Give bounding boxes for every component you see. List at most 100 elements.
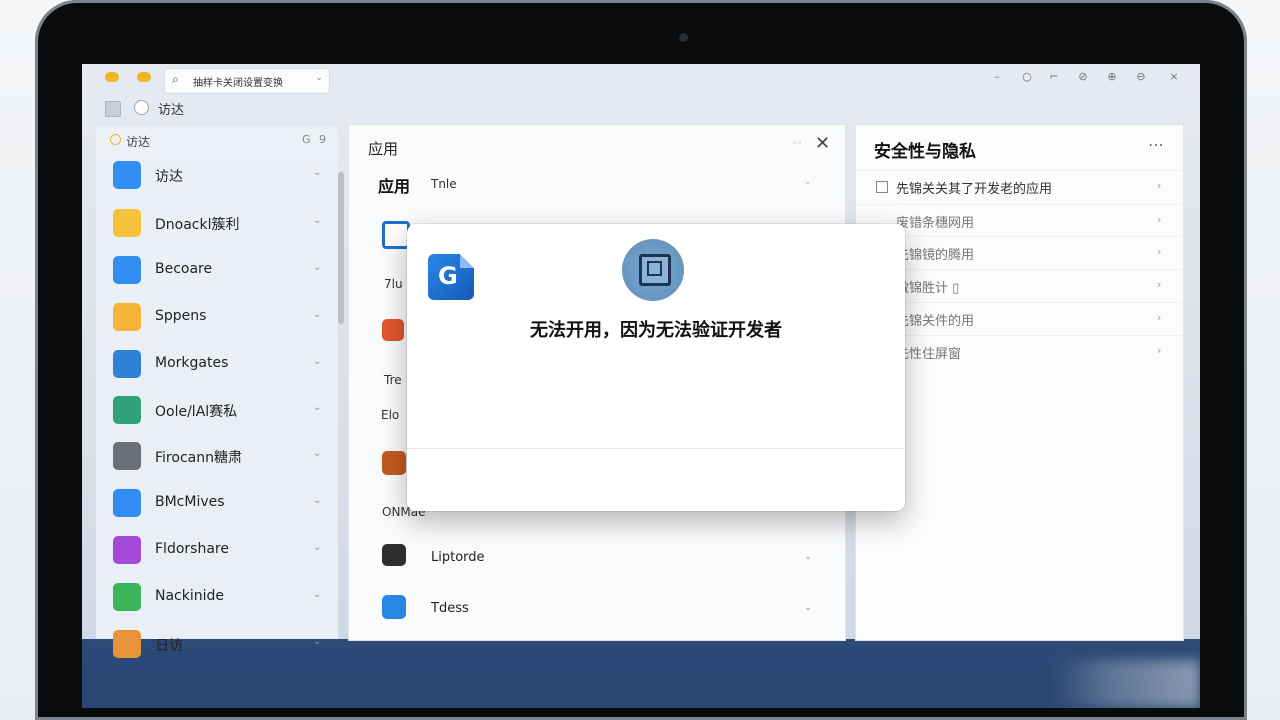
- settings-row[interactable]: 先性住屏窗 ›: [856, 335, 1183, 369]
- sidebar-header-count: 9: [319, 133, 326, 146]
- document-icon: G: [428, 254, 474, 300]
- remove-icon[interactable]: ⊖: [1132, 70, 1150, 83]
- panel-title: 应用: [368, 140, 399, 158]
- sidebar-item-label: Becoare: [155, 261, 213, 277]
- alert-message: 无法开用，因为无法验证开发者: [530, 320, 782, 341]
- chevron-down-icon: ⌄: [313, 356, 322, 367]
- sidebar-item-label: Morkgates: [155, 355, 229, 371]
- notes-icon: [113, 303, 141, 331]
- square-icon[interactable]: [105, 101, 121, 117]
- sidebar-item[interactable]: Becoare ⌄: [96, 250, 338, 294]
- sidebar-item[interactable]: Fldorshare ⌄: [96, 530, 338, 574]
- chevron-right-icon: ›: [1157, 245, 1162, 258]
- window-icon: [113, 350, 141, 378]
- gear-icon: [113, 442, 141, 470]
- add-icon[interactable]: ⊕: [1103, 70, 1121, 83]
- settings-row[interactable]: 先锦镜的腾用 ›: [856, 236, 1183, 270]
- path-label: 访达: [158, 103, 185, 118]
- sidebar-item-label: 访达: [155, 169, 183, 185]
- app-badge-icon: [622, 239, 684, 301]
- sidebar-item-label: Nackinide: [155, 588, 225, 604]
- chevron-down-icon: ⌄: [313, 402, 322, 413]
- screen: ⌕ 抽样卡关闭设置变换 ⌄ – ○ ⌐ ⊘ ⊕ ⊖ × 访达 访达 G 9 访达…: [82, 64, 1200, 708]
- settings-row-label: 废错条穗网用: [896, 216, 975, 231]
- list-item-label: Tdess: [431, 601, 469, 616]
- sidebar-item-label: 日访: [155, 638, 183, 654]
- message-icon: [113, 583, 141, 611]
- minimize-icon[interactable]: –: [988, 70, 1006, 83]
- sidebar-item-label: Oole/lAl赛私: [155, 404, 238, 420]
- path-bar: 访达: [82, 96, 1200, 126]
- settings-row[interactable]: 先锦关件的用 ›: [856, 302, 1183, 336]
- checkbox[interactable]: [876, 181, 888, 193]
- chevron-right-icon: ›: [1157, 344, 1162, 357]
- chevron-down-icon: ⌄: [313, 448, 322, 459]
- screen-icon: [113, 396, 141, 424]
- settings-row[interactable]: 做锦胜计 ▯ ›: [856, 269, 1183, 303]
- chevron-down-icon: ⌄: [313, 262, 322, 273]
- sidebar-item[interactable]: BMcMives ⌄: [96, 483, 338, 527]
- sidebar: 访达 G 9 访达 ⌄ Dnoackl簇利 ⌄ Becoare ⌄ Sppens ⌄ Morkg…: [96, 126, 338, 658]
- sidebar-item[interactable]: Dnoackl簇利 ⌄: [96, 203, 338, 247]
- chevron-down-icon[interactable]: ⌄: [804, 177, 812, 187]
- sidebar-header-g: G: [302, 133, 311, 146]
- yellow-dot-icon[interactable]: [137, 72, 151, 82]
- sidebar-item[interactable]: 访达 ⌄: [96, 155, 338, 199]
- yellow-dot-icon[interactable]: [105, 72, 119, 82]
- chevron-down-icon: ⌄: [804, 602, 813, 613]
- more-icon[interactable]: ⋯: [1148, 135, 1164, 154]
- chevron-down-icon: ⌄: [313, 636, 322, 647]
- settings-row[interactable]: 废错条穗网用 ›: [856, 204, 1183, 238]
- folder-icon: [113, 161, 141, 189]
- camera-icon: [679, 33, 688, 42]
- top-toolbar: ⌕ 抽样卡关闭设置变换 ⌄ – ○ ⌐ ⊘ ⊕ ⊖ ×: [82, 64, 1200, 96]
- chevron-down-icon: ⌄: [313, 167, 322, 178]
- corner-icon[interactable]: ⌐: [1045, 70, 1063, 83]
- truncated-label: 7lu: [384, 277, 403, 291]
- sidebar-item-label: Firocann糖肃: [155, 450, 242, 466]
- sidebar-item-label: Dnoackl簇利: [155, 217, 240, 233]
- app-icon: [382, 319, 404, 341]
- window-icon: [382, 221, 410, 249]
- chevron-right-icon: ›: [1157, 311, 1162, 324]
- close-icon[interactable]: ×: [1165, 70, 1183, 83]
- sidebar-scrollbar[interactable]: [338, 172, 344, 324]
- sidebar-item-label: Fldorshare: [155, 541, 229, 557]
- sidebar-item[interactable]: Oole/lAl赛私 ⌄: [96, 390, 338, 434]
- chevron-down-icon: ⌄: [313, 589, 322, 600]
- chevron-icon: ⌄: [315, 73, 323, 83]
- chevron-down-icon: ⌄: [313, 542, 322, 553]
- close-icon[interactable]: ✕: [815, 133, 830, 154]
- settings-row[interactable]: 先锦关关其了开发老的应用 ›: [856, 170, 1183, 204]
- sidebar-header-label: 访达: [126, 135, 151, 149]
- list-item[interactable]: Liptorde ⌄: [349, 536, 845, 584]
- sidebar-item[interactable]: Morkgates ⌄: [96, 344, 338, 388]
- block-icon[interactable]: ⊘: [1074, 70, 1092, 83]
- divider: [407, 448, 905, 449]
- sidebar-item[interactable]: Sppens ⌄: [96, 297, 338, 341]
- settings-row-label: 先锦关件的用: [896, 314, 975, 329]
- search-input[interactable]: ⌕ 抽样卡关闭设置变换 ⌄: [164, 68, 330, 94]
- circle-icon[interactable]: ○: [1018, 70, 1036, 83]
- sidebar-item[interactable]: Nackinide ⌄: [96, 577, 338, 621]
- settings-row-label: 先锦关关其了开发老的应用: [896, 182, 1053, 197]
- sidebar-item[interactable]: 日访 ⌄: [96, 624, 338, 668]
- chevron-right-icon: ›: [1157, 213, 1162, 226]
- watermark: [1052, 660, 1200, 708]
- chevron-down-icon: ⌄: [313, 215, 322, 226]
- radio-button[interactable]: [134, 100, 149, 115]
- sidebar-item-label: BMcMives: [155, 494, 225, 510]
- window-icon: [382, 595, 406, 619]
- chevron-right-icon: ›: [1157, 179, 1162, 192]
- app-icon: [382, 451, 406, 475]
- sidebar-item-label: Sppens: [155, 308, 207, 324]
- sidebar-item[interactable]: Firocann糖肃 ⌄: [96, 436, 338, 480]
- chevron-right-icon: ›: [1157, 278, 1162, 291]
- folder-icon: [113, 256, 141, 284]
- chevron-down-icon: ⌄: [313, 495, 322, 506]
- truncated-label: Elo: [381, 408, 400, 422]
- sidebar-header: 访达 G 9: [96, 126, 338, 156]
- list-item[interactable]: Tdess ⌄: [349, 587, 845, 635]
- settings-row-label: 做锦胜计 ▯: [896, 281, 960, 296]
- back-icon: [113, 489, 141, 517]
